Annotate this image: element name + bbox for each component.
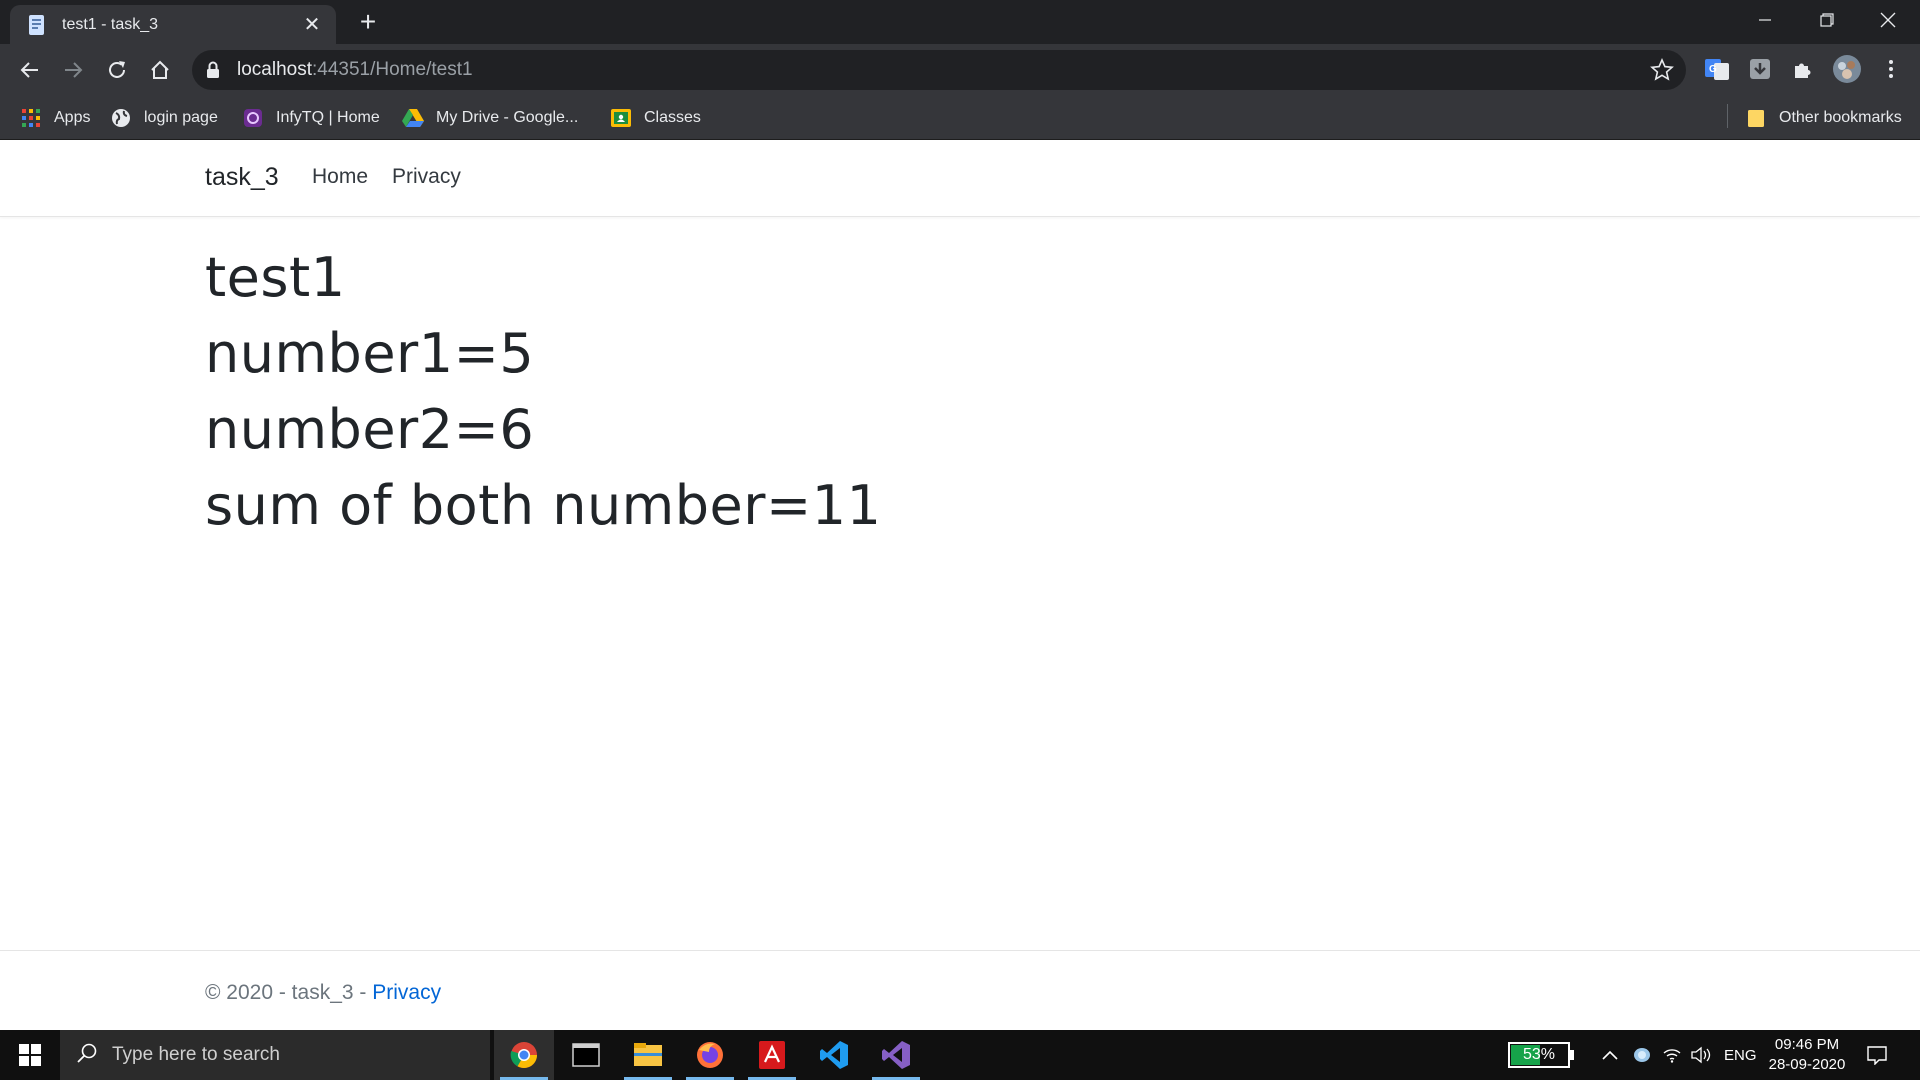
bookmark-apps[interactable]: Apps — [20, 106, 90, 130]
site-navbar: task_3 Home Privacy — [0, 140, 1920, 217]
clock-date: 28-09-2020 — [1768, 1056, 1846, 1073]
browser-tab[interactable]: test1 - task_3 ✕ — [10, 5, 336, 44]
tab-strip: test1 - task_3 ✕ + — [0, 0, 1920, 44]
bookmark-classes[interactable]: Classes — [610, 106, 701, 130]
page-title: test1 — [205, 246, 346, 309]
search-icon — [76, 1042, 98, 1069]
action-center-icon[interactable] — [1866, 1030, 1888, 1080]
taskbar-chrome[interactable] — [494, 1030, 554, 1080]
bookmark-star-icon[interactable] — [1650, 58, 1674, 87]
main-content: test1 number1=5 number2=6 sum of both nu… — [205, 240, 881, 544]
download-extension-icon[interactable] — [1745, 54, 1775, 84]
bookmark-infytq[interactable]: InfyTQ | Home — [242, 106, 380, 130]
back-icon[interactable] — [14, 54, 46, 86]
google-translate-icon[interactable]: G — [1702, 54, 1732, 84]
system-clock[interactable]: 09:46 PM 28-09-2020 — [1762, 1035, 1852, 1075]
firefox-icon — [697, 1042, 723, 1068]
google-drive-icon — [402, 107, 424, 129]
profile-avatar[interactable] — [1832, 54, 1862, 84]
windows-taskbar: Type here to search 53% ENG 09:46 PM 28-… — [0, 1030, 1920, 1080]
taskbar-visual-studio[interactable] — [866, 1030, 926, 1080]
apps-grid-icon — [20, 107, 42, 129]
lock-icon[interactable] — [206, 61, 220, 84]
bookmarks-divider — [1727, 104, 1728, 128]
footer-text: © 2020 - task_3 - Privacy — [205, 981, 441, 1005]
terminal-icon — [572, 1043, 600, 1067]
taskbar-acrobat[interactable] — [742, 1030, 802, 1080]
number2-line: number2=6 — [205, 398, 535, 461]
vscode-icon — [820, 1041, 848, 1069]
globe-icon — [110, 107, 132, 129]
bookmark-my-drive[interactable]: My Drive - Google... — [402, 106, 578, 130]
reload-icon[interactable] — [101, 54, 133, 86]
tab-title: test1 - task_3 — [62, 15, 159, 33]
bookmarks-bar: Apps login page InfyTQ | Home My Drive -… — [0, 96, 1920, 140]
sum-line: sum of both number=11 — [205, 474, 882, 537]
windows-start-icon[interactable] — [0, 1030, 60, 1080]
battery-percent: 53% — [1522, 1046, 1556, 1063]
footer-copyright: © 2020 - task_3 - — [205, 981, 373, 1004]
search-placeholder: Type here to search — [112, 1044, 280, 1065]
infytq-icon — [242, 107, 264, 129]
onedrive-icon[interactable] — [1632, 1030, 1652, 1080]
navbar-brand[interactable]: task_3 — [205, 163, 279, 192]
close-tab-icon[interactable]: ✕ — [300, 12, 324, 37]
volume-icon[interactable] — [1690, 1030, 1712, 1080]
battery-indicator[interactable]: 53% — [1508, 1042, 1574, 1068]
minimize-icon[interactable] — [1735, 0, 1795, 40]
chrome-icon — [510, 1042, 538, 1069]
other-bookmarks-label: Other bookmarks — [1779, 109, 1902, 126]
taskbar-terminal[interactable] — [556, 1030, 616, 1080]
battery-nub — [1570, 1050, 1574, 1060]
url-host: localhost — [237, 59, 312, 80]
show-hidden-icons-icon[interactable] — [1602, 1030, 1618, 1080]
site-footer: © 2020 - task_3 - Privacy — [0, 950, 1920, 1030]
browser-toolbar: localhost:44351/Home/test1 G — [0, 44, 1920, 96]
svg-text:G: G — [1709, 64, 1717, 75]
clock-time: 09:46 PM — [1774, 1036, 1840, 1053]
acrobat-icon — [759, 1041, 785, 1069]
address-bar[interactable]: localhost:44351/Home/test1 — [192, 50, 1686, 90]
number1-line: number1=5 — [205, 322, 535, 385]
taskbar-vscode[interactable] — [804, 1030, 864, 1080]
wifi-icon[interactable] — [1662, 1030, 1682, 1080]
url-text[interactable]: localhost:44351/Home/test1 — [237, 59, 473, 81]
home-icon[interactable] — [144, 54, 176, 86]
nav-privacy-link[interactable]: Privacy — [392, 165, 461, 189]
restore-icon[interactable] — [1797, 0, 1857, 40]
taskbar-firefox[interactable] — [680, 1030, 740, 1080]
bookmark-label: My Drive - Google... — [436, 109, 579, 126]
taskbar-search-box[interactable]: Type here to search — [60, 1030, 490, 1080]
bookmark-label: Classes — [644, 109, 701, 126]
taskbar-file-explorer[interactable] — [618, 1030, 678, 1080]
footer-privacy-link[interactable]: Privacy — [372, 981, 441, 1004]
page-favicon-icon — [26, 14, 48, 36]
chrome-menu-icon[interactable] — [1876, 54, 1906, 84]
visual-studio-icon — [882, 1041, 910, 1069]
folder-icon — [1745, 107, 1767, 129]
nav-home-link[interactable]: Home — [312, 165, 368, 189]
url-path: :44351/Home/test1 — [312, 59, 473, 80]
folder-explorer-icon — [634, 1043, 662, 1066]
close-window-icon[interactable] — [1858, 0, 1918, 40]
other-bookmarks[interactable]: Other bookmarks — [1745, 106, 1902, 130]
bookmark-label: Apps — [54, 109, 91, 126]
extensions-puzzle-icon[interactable] — [1788, 54, 1818, 84]
forward-icon[interactable] — [57, 54, 89, 86]
language-indicator[interactable]: ENG — [1724, 1030, 1757, 1080]
bookmark-login-page[interactable]: login page — [110, 106, 218, 130]
bookmark-label: InfyTQ | Home — [276, 109, 380, 126]
new-tab-button[interactable]: + — [354, 8, 382, 36]
bookmark-label: login page — [144, 109, 218, 126]
google-classroom-icon — [610, 107, 632, 129]
